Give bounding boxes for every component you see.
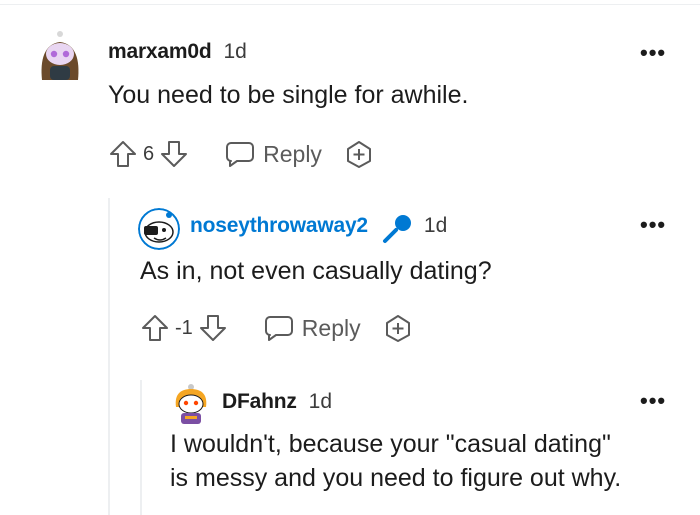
downvote-button[interactable]	[159, 139, 189, 169]
more-options-button[interactable]: •••	[640, 388, 666, 414]
comment-meta: DFahnz 1d	[222, 390, 332, 414]
award-plus-icon	[346, 141, 371, 168]
snoo-avatar-icon	[41, 31, 79, 80]
user-avatar[interactable]	[138, 208, 180, 250]
upvote-arrow-icon	[142, 315, 168, 341]
username[interactable]: DFahnz	[222, 390, 297, 414]
reply-label: Reply	[263, 140, 322, 167]
award-button[interactable]	[344, 139, 374, 169]
comment-noseythrowaway2: noseythrowaway2 1d ••• As in, not even c…	[0, 200, 700, 370]
comment-body: You need to be single for awhile.	[108, 81, 469, 109]
microphone-icon	[382, 214, 414, 244]
vote-score: 6	[143, 142, 155, 165]
award-button[interactable]	[383, 313, 413, 343]
speech-bubble-icon	[226, 142, 255, 167]
user-avatar[interactable]	[172, 383, 210, 425]
comment-body-line: is messy and you need to figure out why.	[170, 464, 622, 492]
comment-body: As in, not even casually dating?	[140, 257, 492, 285]
comment-meta: noseythrowaway2 1d	[190, 214, 447, 244]
more-options-button[interactable]: •••	[640, 40, 666, 66]
downvote-button[interactable]	[198, 313, 228, 343]
award-plus-icon	[385, 315, 410, 342]
upvote-button[interactable]	[108, 139, 138, 169]
reply-button[interactable]: Reply	[264, 314, 361, 342]
comment-actions: 6 Reply	[108, 136, 374, 172]
vote-score: -1	[175, 316, 193, 339]
username[interactable]: noseythrowaway2	[190, 214, 368, 238]
user-avatar[interactable]	[36, 30, 84, 82]
upvote-button[interactable]	[140, 313, 170, 343]
comment-meta: marxam0d 1d	[108, 40, 247, 64]
comment-marxam0d: marxam0d 1d ••• You need to be single fo…	[0, 0, 700, 200]
username[interactable]: marxam0d	[108, 40, 212, 64]
snoo-avatar-icon	[138, 208, 180, 250]
reply-button[interactable]: Reply	[225, 140, 322, 168]
reply-label: Reply	[301, 314, 361, 341]
downvote-arrow-icon	[161, 141, 188, 167]
comment-DFahnz: DFahnz 1d ••• I wouldn't, because your "…	[0, 375, 700, 515]
comment-actions: -1 Reply	[140, 310, 413, 346]
upvote-arrow-icon	[110, 141, 136, 167]
timestamp[interactable]: 1d	[424, 214, 447, 238]
comment-body-line: I wouldn't, because your "casual dating"	[170, 430, 611, 458]
timestamp[interactable]: 1d	[309, 390, 332, 414]
more-options-button[interactable]: •••	[640, 212, 666, 238]
downvote-arrow-icon	[199, 315, 226, 341]
snoo-avatar-icon	[175, 384, 207, 424]
timestamp[interactable]: 1d	[223, 40, 246, 64]
speech-bubble-icon	[264, 316, 293, 341]
